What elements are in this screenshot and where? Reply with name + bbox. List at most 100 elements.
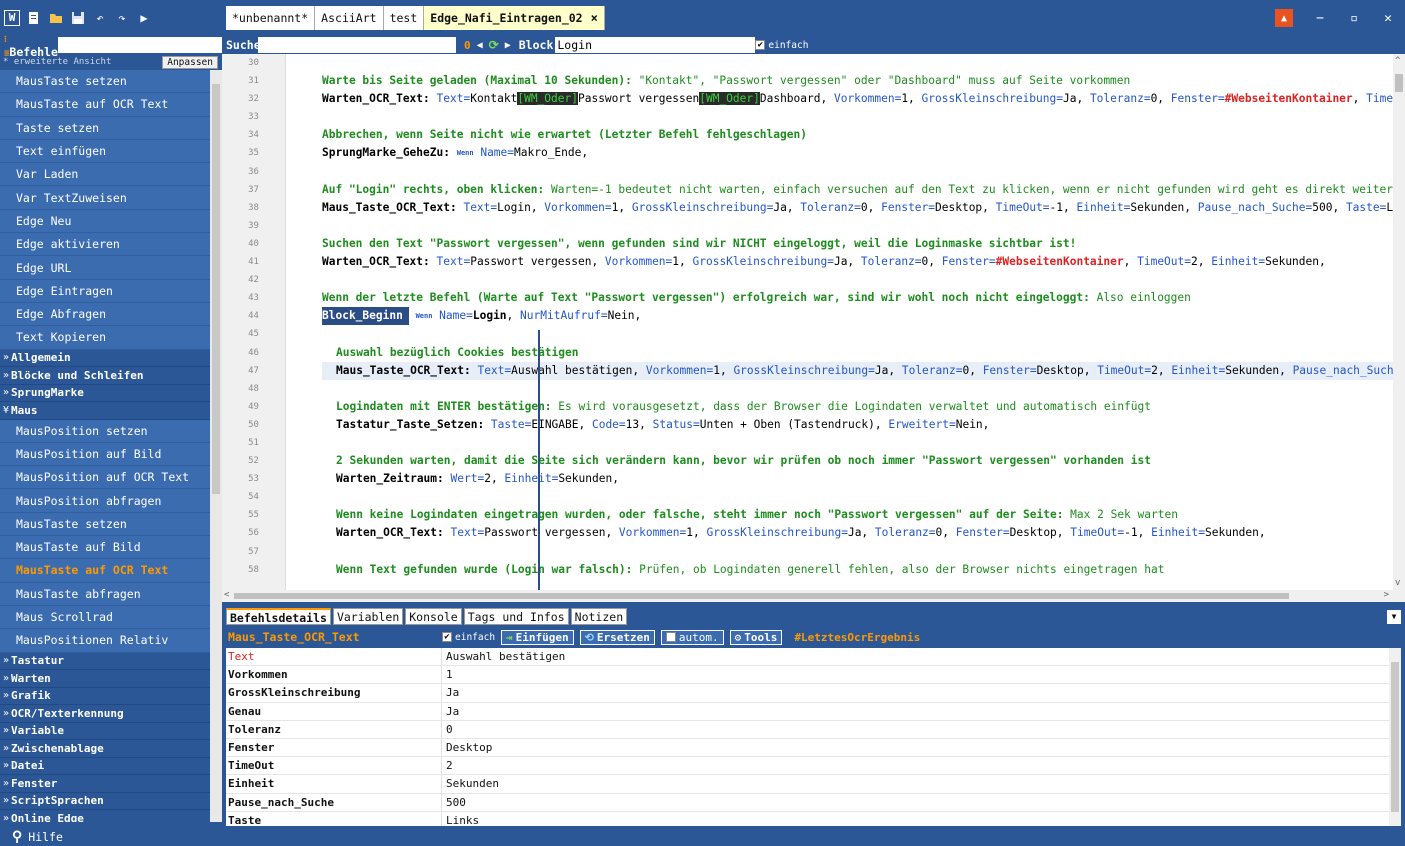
property-value[interactable]: Sekunden xyxy=(442,775,499,792)
code-line[interactable] xyxy=(322,54,1397,72)
command-item[interactable]: Edge URL xyxy=(0,256,210,280)
category-grafik[interactable]: » Grafik xyxy=(0,687,210,706)
code-line[interactable] xyxy=(322,271,1397,289)
einfach-checkbox[interactable]: ✔ einfach xyxy=(442,631,496,643)
command-item[interactable]: Var TextZuweisen xyxy=(0,186,210,210)
category-ocr[interactable]: » OCR/Texterkennung xyxy=(0,705,210,723)
run-icon[interactable]: ▶ xyxy=(136,10,152,26)
insert-button[interactable]: ⇥ Einfügen xyxy=(501,629,574,645)
tab-tags-infos[interactable]: Tags und Infos xyxy=(463,608,569,625)
category-variable[interactable]: » Variable xyxy=(0,722,210,741)
search-input[interactable] xyxy=(258,37,456,53)
save-icon[interactable] xyxy=(70,10,86,26)
code-line[interactable] xyxy=(322,380,1397,398)
command-item[interactable]: MausPosition auf OCR Text xyxy=(0,466,210,490)
command-item[interactable]: Edge Neu xyxy=(0,209,210,234)
category-zwischenablage[interactable]: » Zwischenablage xyxy=(0,740,210,758)
scroll-down-icon[interactable]: v xyxy=(1395,578,1400,588)
property-value[interactable]: 1 xyxy=(442,666,453,683)
command-item[interactable]: MausPositionen Relativ xyxy=(0,629,210,653)
category-bloecke[interactable]: » Blöcke und Schleifen xyxy=(0,367,210,385)
tab-edge-nafi-eintragen[interactable]: Edge_Nafi_Eintragen_02 × xyxy=(424,6,605,30)
category-warten[interactable]: » Warten xyxy=(0,670,210,688)
command-item[interactable]: Edge Abfragen xyxy=(0,302,210,327)
scroll-up-icon[interactable]: ^ xyxy=(1395,56,1400,66)
previous-result-icon[interactable]: ◀ xyxy=(477,40,483,51)
command-item[interactable]: Text einfügen xyxy=(0,139,210,164)
tab-close-icon[interactable]: × xyxy=(591,11,598,25)
collapse-ribbon-icon[interactable]: ▲ xyxy=(1275,9,1293,27)
code-line[interactable] xyxy=(322,217,1397,235)
replace-button[interactable]: ⟲ Ersetzen xyxy=(579,629,655,645)
property-value[interactable]: Ja xyxy=(442,684,459,701)
code-line[interactable]: Warte bis Seite geladen (Maximal 10 Seku… xyxy=(322,72,1397,90)
code-line[interactable]: SprungMarke_GeheZu: Wenn Name=Makro_Ende… xyxy=(322,144,1397,162)
commands-search-input[interactable] xyxy=(57,37,235,53)
property-value[interactable]: Desktop xyxy=(442,739,492,756)
category-tastatur[interactable]: » Tastatur xyxy=(0,652,210,671)
scrollbar-thumb[interactable] xyxy=(212,84,220,494)
customize-button[interactable]: Anpassen xyxy=(162,55,218,69)
extended-view-toggle[interactable]: * erweiterte Ansicht xyxy=(0,57,111,67)
code-line[interactable]: Warten_Zeitraum: Wert=2, Einheit=Sekunde… xyxy=(322,470,1397,488)
scrollbar-thumb[interactable] xyxy=(1395,74,1403,92)
code-line[interactable]: Auswahl bezüglich Cookies bestätigen xyxy=(322,344,1397,362)
property-value[interactable]: 2 xyxy=(442,757,453,774)
redo-icon[interactable]: ↷ xyxy=(114,10,130,26)
block-input[interactable] xyxy=(555,37,756,53)
code-line[interactable]: Block_Beginn Wenn Name=Login, NurMitAufr… xyxy=(322,307,1397,326)
einfach-checkbox[interactable]: ✔ einfach xyxy=(755,40,808,51)
property-value[interactable]: Links xyxy=(442,812,479,826)
property-row[interactable]: Fenster Desktop xyxy=(226,738,1389,758)
code-line[interactable] xyxy=(322,488,1397,506)
scroll-left-icon[interactable]: < xyxy=(224,590,229,600)
command-item[interactable]: MausPosition setzen xyxy=(0,419,210,443)
command-item[interactable]: MausTaste auf Bild xyxy=(0,536,210,560)
code-line[interactable] xyxy=(322,543,1397,561)
restore-button[interactable]: ▫ xyxy=(1337,6,1371,30)
scroll-right-icon[interactable]: > xyxy=(1384,590,1389,600)
property-value[interactable]: 500 xyxy=(442,794,466,811)
property-row[interactable]: Toleranz 0 xyxy=(226,720,1389,739)
command-item[interactable]: Taste setzen xyxy=(0,116,210,140)
code-line[interactable]: Warten_OCR_Text: Text=Passwort vergessen… xyxy=(322,253,1397,271)
property-grid-scrollbar[interactable] xyxy=(1389,648,1401,826)
scrollbar-thumb[interactable] xyxy=(1391,662,1399,812)
property-row[interactable]: Text Auswahl bestätigen xyxy=(226,648,1389,667)
open-folder-icon[interactable] xyxy=(48,10,64,26)
code-line[interactable]: Abbrechen, wenn Seite nicht wie erwartet… xyxy=(322,126,1397,144)
code-line[interactable] xyxy=(322,108,1397,126)
command-item[interactable]: Edge Eintragen xyxy=(0,279,210,303)
command-list-scrollbar[interactable] xyxy=(210,70,222,822)
editor-horizontal-scrollbar[interactable]: < > xyxy=(222,590,1405,602)
next-result-icon[interactable]: ▶ xyxy=(505,40,511,51)
property-row[interactable]: Taste Links xyxy=(226,811,1389,826)
tab-test[interactable]: test xyxy=(383,6,425,30)
script-editor[interactable]: 30 31 32 33 34 35 36 37 38 39 40 41 42 4… xyxy=(222,54,1405,602)
command-item[interactable]: MausTaste abfragen xyxy=(0,582,210,606)
category-sprungmarke[interactable]: » SprungMarke xyxy=(0,384,210,403)
property-row[interactable]: TimeOut 2 xyxy=(226,757,1389,776)
command-item[interactable]: Text Kopieren xyxy=(0,326,210,350)
command-item[interactable]: MausTaste setzen xyxy=(0,70,210,94)
command-item[interactable]: Var Laden xyxy=(0,163,210,187)
code-line[interactable]: Wenn der letzte Befehl (Warte auf Text "… xyxy=(322,289,1397,307)
code-line[interactable]: Suchen den Text "Passwort vergessen", we… xyxy=(322,235,1397,253)
tab-befehlsdetails[interactable]: Befehlsdetails xyxy=(226,608,331,625)
scrollbar-thumb[interactable] xyxy=(234,593,1289,599)
command-item[interactable]: MausTaste auf OCR Text xyxy=(0,93,210,117)
tools-button[interactable]: ⚙ Tools xyxy=(729,629,783,645)
property-row[interactable]: Genau Ja xyxy=(226,702,1389,721)
property-row[interactable]: Einheit Sekunden xyxy=(226,775,1389,794)
code-line[interactable]: Wenn keine Logindaten eingetragen wurden… xyxy=(322,506,1397,524)
property-row[interactable]: Vorkommen 1 xyxy=(226,666,1389,685)
undo-icon[interactable]: ↶ xyxy=(92,10,108,26)
tab-konsole[interactable]: Konsole xyxy=(405,608,462,625)
tab-notizen[interactable]: Notizen xyxy=(570,608,628,625)
command-item[interactable]: MausPosition abfragen xyxy=(0,489,210,513)
category-maus[interactable]: ¥ Maus xyxy=(0,402,210,420)
code-line[interactable]: Warten_OCR_Text: Text=Kontakt[WM_Oder]Pa… xyxy=(322,90,1397,108)
category-allgemein[interactable]: » Allgemein xyxy=(0,349,210,368)
code-line[interactable]: Warten_OCR_Text: Text=Passwort vergessen… xyxy=(322,524,1397,542)
auto-checkbox[interactable]: autom. xyxy=(660,629,724,645)
